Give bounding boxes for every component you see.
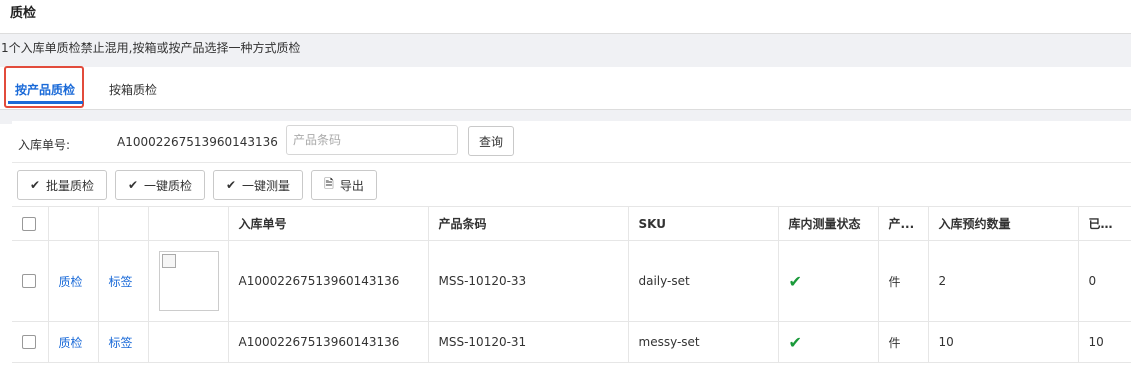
qc-link[interactable]: 质检 [59, 275, 83, 289]
search-row: 入库单号: A10002267513960143136 查询 [12, 121, 1131, 163]
barcode-cell: MSS-10120-33 [428, 240, 629, 322]
qc-panel: 入库单号: A10002267513960143136 查询 ✔ 批量质检 ✔ … [12, 121, 1131, 373]
header-arrived-qty: 已到合格 [1078, 206, 1131, 241]
check-icon: ✔ [788, 271, 802, 291]
one-click-measure-button[interactable]: ✔ 一键测量 [213, 170, 303, 200]
measure-status-cell: ✔ [778, 321, 879, 363]
export-file-icon: 🗎 [324, 176, 334, 191]
product-thumbnail [158, 251, 219, 311]
one-click-qc-label: 一键质检 [144, 178, 193, 193]
row-select-cell [12, 240, 49, 322]
check-icon: ✔ [29, 178, 41, 192]
row-select-cell [12, 321, 49, 363]
one-click-measure-label: 一键测量 [242, 178, 291, 193]
row-checkbox[interactable] [22, 274, 36, 289]
tab-by-product[interactable]: 按产品质检 [15, 81, 75, 98]
check-icon: ✔ [788, 332, 802, 352]
barcode-cell: MSS-10120-31 [428, 321, 629, 363]
order-number-value: A10002267513960143136 [117, 135, 278, 149]
header-planned-qty: 入库预约数量 [928, 206, 1079, 241]
header-action-1 [48, 206, 99, 241]
row-checkbox[interactable] [22, 335, 36, 350]
active-tab-underline [8, 101, 83, 104]
qc-link-cell: 质检 [48, 240, 99, 322]
tab-by-box[interactable]: 按箱质检 [109, 81, 157, 98]
header-action-2 [98, 206, 149, 241]
export-button[interactable]: 🗎 导出 [311, 170, 377, 200]
sku-cell: messy-set [628, 321, 779, 363]
query-button[interactable]: 查询 [468, 126, 514, 156]
header-sku: SKU [628, 206, 779, 241]
label-link-cell: 标签 [98, 240, 149, 322]
page-title: 质检 [10, 6, 37, 21]
qc-tabs: 按产品质检 按箱质检 [0, 66, 1131, 110]
header-unit: 产... [878, 206, 929, 241]
measure-status-cell: ✔ [778, 240, 879, 322]
select-all-cell [12, 206, 49, 241]
export-label: 导出 [339, 178, 364, 193]
planned-qty-cell: 2 [928, 240, 1079, 322]
label-link[interactable]: 标签 [109, 336, 133, 350]
broken-image-icon [161, 254, 176, 268]
image-cell [148, 240, 229, 322]
qc-table: 入库单号 产品条码 SKU 库内测量状态 产... 入库预约数量 已到合格 质检… [12, 206, 1131, 363]
qc-link-cell: 质检 [48, 321, 99, 363]
order-no-cell: A10002267513960143136 [228, 321, 429, 363]
planned-qty-cell: 10 [928, 321, 1079, 363]
table-row: 质检 标签 A10002267513960143136 MSS-10120-33… [12, 240, 1131, 322]
arrived-qty-cell: 0 [1078, 240, 1131, 322]
header-image [148, 206, 229, 241]
one-click-qc-button[interactable]: ✔ 一键质检 [115, 170, 205, 200]
label-link-cell: 标签 [98, 321, 149, 363]
image-cell [148, 321, 229, 363]
check-icon: ✔ [127, 178, 139, 192]
table-header-row: 入库单号 产品条码 SKU 库内测量状态 产... 入库预约数量 已到合格 [12, 206, 1131, 241]
sku-cell: daily-set [628, 240, 779, 322]
select-all-checkbox[interactable] [22, 216, 36, 231]
barcode-input[interactable] [286, 125, 458, 155]
mixing-notice: 1个入库单质检禁止混用,按箱或按产品选择一种方式质检 [0, 33, 1131, 67]
order-no-cell: A10002267513960143136 [228, 240, 429, 322]
header-order-no: 入库单号 [228, 206, 429, 241]
action-bar: ✔ 批量质检 ✔ 一键质检 ✔ 一键测量 🗎 导出 [12, 163, 1131, 207]
check-icon: ✔ [225, 178, 237, 192]
batch-qc-label: 批量质检 [46, 178, 95, 193]
unit-cell: 件 [878, 321, 929, 363]
qc-link[interactable]: 质检 [59, 336, 83, 350]
header-barcode: 产品条码 [428, 206, 629, 241]
header-measure-status: 库内测量状态 [778, 206, 879, 241]
batch-qc-button[interactable]: ✔ 批量质检 [17, 170, 107, 200]
unit-cell: 件 [878, 240, 929, 322]
arrived-qty-cell: 10 [1078, 321, 1131, 363]
label-link[interactable]: 标签 [109, 275, 133, 289]
table-row: 质检 标签 A10002267513960143136 MSS-10120-31… [12, 321, 1131, 363]
order-number-label: 入库单号: [18, 138, 71, 152]
